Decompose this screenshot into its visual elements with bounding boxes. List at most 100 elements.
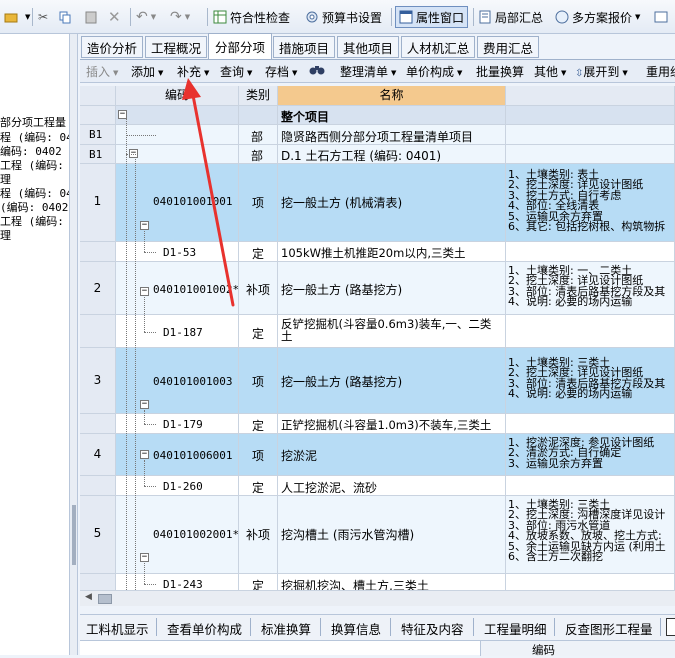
header-type[interactable]: 类别 — [239, 86, 278, 106]
reuse-group-button[interactable]: 重用组 — [646, 63, 675, 80]
tree-line: 部分项工程量 — [0, 116, 66, 129]
archive-button[interactable]: 存档 ▼ — [265, 63, 297, 80]
binoculars-icon[interactable] — [309, 63, 325, 79]
undo-icon[interactable]: ↶ ▼ — [136, 6, 156, 28]
row-index: 2 — [80, 262, 116, 315]
row-type: 定 — [239, 574, 278, 590]
row-name[interactable]: 反铲挖掘机(斗容量0.6m3)装车,一、二类土 — [278, 315, 506, 348]
more-icon[interactable] — [654, 6, 671, 28]
paste-icon[interactable] — [84, 6, 101, 28]
partial-summary-button[interactable]: 局部汇总 — [478, 6, 543, 28]
supplement-button[interactable]: 补充 ▼ — [177, 63, 209, 80]
row-index — [80, 574, 116, 590]
row-features[interactable]: 1、土壤类别: 一、二类土 2、挖土深度: 详见设计图纸 3、部位: 清表后路基… — [506, 262, 675, 315]
property-window-button[interactable]: 属性窗口 — [395, 6, 469, 28]
tab-project-overview[interactable]: 工程概况 — [145, 36, 207, 58]
itemized-grid[interactable]: 编码 类别 名称 − 整个项目 B1 部 隐贤路西侧分部分项工程量清单项目 B1… — [80, 86, 675, 590]
budget-settings-button[interactable]: 预算书设置 — [305, 6, 382, 28]
row-type: 定 — [239, 242, 278, 262]
collapse-icon[interactable]: − — [140, 400, 149, 409]
header-code[interactable]: 编码 — [116, 86, 239, 106]
row-index — [80, 476, 116, 496]
tab-cost-analysis[interactable]: 造价分析 — [81, 36, 143, 58]
row-name[interactable]: 挖掘机挖沟、槽土方,三类土 — [278, 574, 506, 590]
row-name[interactable]: 105kW推土机推距20m以内,三类土 — [278, 242, 506, 262]
redo-icon[interactable]: ↷ ▼ — [170, 6, 190, 28]
unit-price-composition-button[interactable]: 单价构成 ▼ — [406, 63, 462, 80]
compliance-check-button[interactable]: 符合性检查 — [213, 6, 290, 28]
row-name[interactable]: 挖一般土方 (路基挖方) — [278, 348, 506, 414]
row-index: B1 — [80, 125, 116, 145]
header-name[interactable]: 名称 — [278, 86, 506, 106]
collapse-icon[interactable]: − — [140, 221, 149, 230]
header-features[interactable] — [506, 86, 675, 106]
tree-guide-line — [144, 424, 156, 425]
tab-labor-material-summary[interactable]: 人材机汇总 — [401, 36, 475, 58]
collapse-icon[interactable]: − — [140, 287, 149, 296]
row-name[interactable]: 整个项目 — [278, 106, 506, 125]
row-name[interactable]: 挖一般土方 (机械清表) — [278, 164, 506, 242]
organize-list-label: 整理清单 — [340, 65, 389, 79]
row-name[interactable]: 挖沟槽土 (雨污水管沟槽) — [278, 496, 506, 574]
other-button[interactable]: 其他 ▼ — [534, 63, 566, 80]
scrollbar-thumb[interactable] — [98, 594, 112, 604]
tree-guide-line — [144, 332, 156, 333]
header-index — [80, 86, 116, 106]
collapse-icon[interactable]: − — [140, 553, 149, 562]
table-row[interactable]: − — [116, 106, 239, 125]
tab-reverse-graphic-quantity[interactable]: 反查图形工程量 — [565, 619, 653, 638]
insert-button[interactable]: 插入 ▼ — [86, 63, 118, 80]
query-label: 查询 — [220, 65, 245, 79]
more-tabs-icon[interactable] — [666, 618, 675, 636]
tab-quantity-detail[interactable]: 工程量明细 — [484, 619, 547, 638]
row-index: 1 — [80, 164, 116, 242]
row-name[interactable]: 人工挖淤泥、流砂 — [278, 476, 506, 496]
row-index: B1 — [80, 145, 116, 164]
tab-itemized-works[interactable]: 分部分项 — [208, 33, 272, 59]
query-button[interactable]: 查询 ▼ — [220, 63, 252, 80]
left-tree-panel[interactable]: 部分项工程量 程 (编码: 04 编码: 0402 工程 (编码: 0 理 程 … — [0, 34, 70, 655]
copy-icon[interactable] — [58, 6, 75, 28]
tree-guide-line — [126, 135, 156, 136]
tab-measures[interactable]: 措施项目 — [273, 36, 335, 58]
expand-to-button[interactable]: ⇳展开到 ▼ — [575, 63, 628, 80]
row-name[interactable]: 隐贤路西侧分部分项工程量清单项目 — [278, 125, 506, 145]
row-features[interactable]: 1、土壤类别: 三类土 2、挖土深度: 沟槽深度详见设计 3、部位: 雨污水管道… — [506, 496, 675, 574]
dropdown-arrow-icon[interactable]: ▼ — [22, 6, 30, 28]
row-type: 项 — [239, 434, 278, 476]
cut-icon[interactable]: ✂ — [38, 6, 48, 28]
scroll-left-icon[interactable]: ◀ — [85, 592, 92, 602]
organize-list-button[interactable]: 整理清单 ▼ — [340, 63, 396, 80]
tree-guide-line — [126, 154, 136, 155]
row-type: 补项 — [239, 496, 278, 574]
scrollbar-thumb[interactable] — [72, 505, 76, 565]
horizontal-scrollbar[interactable]: ◀ — [80, 590, 675, 606]
archive-label: 存档 — [265, 65, 290, 79]
tab-fee-summary[interactable]: 费用汇总 — [477, 36, 539, 58]
expand-to-label: 展开到 — [583, 65, 620, 79]
row-features[interactable]: 1、土壤类别: 三类土 2、挖土深度: 详见设计图纸 3、部位: 清表后路基挖方… — [506, 348, 675, 414]
row-features[interactable]: 1、土壤类别: 表土 2、挖土深度: 详见设计图纸 3、挖土方式: 自行考虑 4… — [506, 164, 675, 242]
row-name[interactable]: 挖淤泥 — [278, 434, 506, 476]
folder-icon[interactable] — [4, 6, 21, 28]
row-name[interactable]: 挖一般土方 (路基挖方) — [278, 262, 506, 315]
multi-plan-quote-button[interactable]: 多方案报价 ▼ — [555, 6, 640, 28]
add-button[interactable]: 添加 ▼ — [131, 63, 163, 80]
tab-other-items[interactable]: 其他项目 — [337, 36, 399, 58]
main-toolbar: ▼ ✂ ✕ ↶ ▼ ↷ ▼ 符合性检查 预算书设置 属性窗口 局部汇总 多方案报价 … — [0, 0, 675, 34]
tab-labor-machine-display[interactable]: 工料机显示 — [86, 619, 149, 638]
delete-icon[interactable]: ✕ — [108, 6, 121, 28]
row-name[interactable]: 正铲挖掘机(斗容量1.0m3)不装车,三类土 — [278, 414, 506, 434]
row-features[interactable]: 1、挖淤泥深度: 参见设计图纸 2、清淤方式: 自行确定 3、运输见余方弃置 — [506, 434, 675, 476]
tab-standard-conversion[interactable]: 标准换算 — [261, 619, 311, 638]
unit-price-composition-label: 单价构成 — [406, 65, 455, 79]
tab-view-unit-price[interactable]: 查看单价构成 — [167, 619, 242, 638]
row-name[interactable]: D.1 土石方工程 (编码: 0401) — [278, 145, 506, 164]
collapse-icon[interactable]: − — [140, 450, 149, 459]
row-index — [80, 315, 116, 348]
tab-features-content[interactable]: 特征及内容 — [401, 619, 464, 638]
tab-conversion-info[interactable]: 换算信息 — [331, 619, 381, 638]
tree-guide-line — [144, 486, 156, 487]
batch-convert-button[interactable]: 批量换算 — [476, 63, 524, 80]
tree-guide-line — [144, 584, 156, 585]
